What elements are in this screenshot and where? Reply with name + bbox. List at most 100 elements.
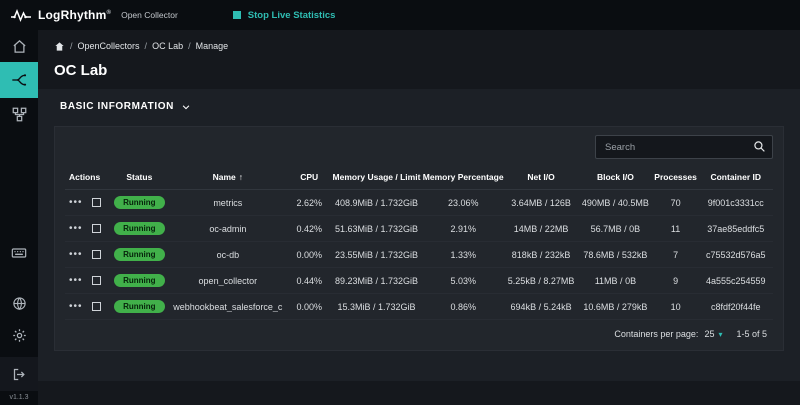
row-status-cell: Running	[111, 300, 168, 313]
row-memory-cell: 23.55MiB / 1.732GiB	[330, 250, 422, 260]
row-container-id-cell: 37ae85eddfc5	[699, 224, 773, 234]
row-memory-cell: 51.63MiB / 1.732GiB	[330, 224, 422, 234]
row-menu-button[interactable]: •••	[69, 250, 83, 260]
row-memory-pct-cell: 5.03%	[423, 276, 504, 286]
row-name-cell: oc-admin	[168, 224, 288, 234]
breadcrumb: / OpenCollectors / OC Lab / Manage	[38, 38, 800, 54]
row-memory-cell: 408.9MiB / 1.732GiB	[330, 198, 422, 208]
search-icon[interactable]	[753, 140, 766, 158]
sidebar-item-collectors[interactable]	[0, 62, 38, 98]
row-cpu-cell: 0.44%	[288, 276, 330, 286]
collector-flow-icon	[11, 72, 27, 88]
sidebar-item-settings[interactable]	[0, 319, 38, 351]
caret-down-icon: ▾	[718, 330, 722, 339]
breadcrumb-item-oc-lab[interactable]: OC Lab	[152, 41, 183, 51]
row-block-io-cell: 11MB / 0B	[578, 276, 652, 286]
row-stop-button[interactable]	[92, 302, 101, 311]
home-icon	[12, 39, 27, 54]
row-processes-cell: 9	[653, 276, 699, 286]
status-badge: Running	[114, 274, 164, 287]
search-input[interactable]	[595, 135, 773, 159]
row-processes-cell: 10	[653, 302, 699, 312]
gear-icon	[12, 328, 27, 343]
column-header-name[interactable]: Name↑	[168, 172, 288, 182]
column-header-actions[interactable]: Actions	[65, 172, 111, 182]
basic-information-toggle[interactable]: BASIC INFORMATION	[54, 101, 784, 112]
row-actions-cell: •••	[65, 250, 111, 260]
keyboard-icon	[11, 245, 27, 261]
row-net-io-cell: 3.64MB / 126B	[504, 198, 578, 208]
row-status-cell: Running	[111, 274, 168, 287]
row-memory-pct-cell: 2.91%	[423, 224, 504, 234]
sidebar-item-globe[interactable]	[0, 287, 38, 319]
row-stop-button[interactable]	[92, 198, 101, 207]
breadcrumb-separator: /	[70, 41, 73, 51]
sidebar-item-logout[interactable]	[0, 357, 38, 391]
row-cpu-cell: 0.42%	[288, 224, 330, 234]
row-menu-button[interactable]: •••	[69, 302, 83, 312]
status-badge: Running	[114, 248, 164, 261]
brand-registered-mark: ®	[106, 10, 111, 16]
row-stop-button[interactable]	[92, 224, 101, 233]
row-status-cell: Running	[111, 248, 168, 261]
table-row: ••• Running oc-db 0.00% 23.55MiB / 1.732…	[65, 242, 773, 268]
row-net-io-cell: 5.25kB / 8.27MB	[504, 276, 578, 286]
row-menu-button[interactable]: •••	[69, 224, 83, 234]
status-badge: Running	[114, 222, 164, 235]
search-box	[595, 135, 773, 159]
row-memory-pct-cell: 0.86%	[423, 302, 504, 312]
row-memory-pct-cell: 23.06%	[423, 198, 504, 208]
column-header-memory-usage[interactable]: Memory Usage / Limit	[330, 172, 422, 182]
stop-square-icon	[233, 11, 241, 19]
table-body: ••• Running metrics 2.62% 408.9MiB / 1.7…	[65, 190, 773, 320]
row-actions-cell: •••	[65, 224, 111, 234]
section-title: BASIC INFORMATION	[60, 101, 174, 112]
breadcrumb-home-icon[interactable]	[54, 41, 65, 52]
globe-icon	[12, 296, 27, 311]
row-actions-cell: •••	[65, 302, 111, 312]
sidebar-item-keyboard[interactable]	[0, 237, 38, 269]
column-header-container-id[interactable]: Container ID	[699, 172, 773, 182]
containers-table-card: Actions Status Name↑ CPU Memory Usage / …	[54, 126, 784, 351]
row-memory-pct-cell: 1.33%	[423, 250, 504, 260]
row-processes-cell: 11	[653, 224, 699, 234]
row-cpu-cell: 0.00%	[288, 250, 330, 260]
sidebar: v1.1.3	[0, 30, 38, 405]
column-header-block-io[interactable]: Block I/O	[578, 172, 652, 182]
row-menu-button[interactable]: •••	[69, 276, 83, 286]
brand: LogRhythm® Open Collector	[10, 8, 178, 22]
brand-name: LogRhythm®	[38, 8, 111, 22]
row-actions-cell: •••	[65, 198, 111, 208]
row-stop-button[interactable]	[92, 276, 101, 285]
row-block-io-cell: 78.6MB / 532kB	[578, 250, 652, 260]
breadcrumb-separator: /	[145, 41, 148, 51]
row-status-cell: Running	[111, 222, 168, 235]
row-container-id-cell: c8fdf20f44fe	[699, 302, 773, 312]
row-net-io-cell: 694kB / 5.24kB	[504, 302, 578, 312]
page-size-select[interactable]: 25 ▾	[704, 329, 722, 339]
row-menu-button[interactable]: •••	[69, 198, 83, 208]
logout-icon	[12, 367, 27, 382]
table-row: ••• Running open_collector 0.44% 89.23Mi…	[65, 268, 773, 294]
breadcrumb-separator: /	[188, 41, 191, 51]
brand-subtitle: Open Collector	[121, 10, 178, 20]
column-header-memory-percent[interactable]: Memory Percentage	[423, 172, 504, 182]
row-net-io-cell: 14MB / 22MB	[504, 224, 578, 234]
row-processes-cell: 7	[653, 250, 699, 260]
app-version: v1.1.3	[9, 391, 28, 405]
breadcrumb-item-manage[interactable]: Manage	[196, 41, 229, 51]
sidebar-item-home[interactable]	[0, 30, 38, 62]
column-header-cpu[interactable]: CPU	[288, 172, 330, 182]
column-header-processes[interactable]: Processes	[653, 172, 699, 182]
breadcrumb-item-opencollectors[interactable]: OpenCollectors	[78, 41, 140, 51]
row-actions-cell: •••	[65, 276, 111, 286]
topology-icon	[12, 107, 27, 122]
column-header-status[interactable]: Status	[111, 172, 168, 182]
page-size-label: Containers per page:	[614, 329, 698, 339]
row-stop-button[interactable]	[92, 250, 101, 259]
sidebar-item-topology[interactable]	[0, 98, 38, 130]
row-name-cell: metrics	[168, 198, 288, 208]
stop-live-statistics-button[interactable]: Stop Live Statistics	[233, 10, 336, 21]
column-header-net-io[interactable]: Net I/O	[504, 172, 578, 182]
row-container-id-cell: 4a555c254559	[699, 276, 773, 286]
